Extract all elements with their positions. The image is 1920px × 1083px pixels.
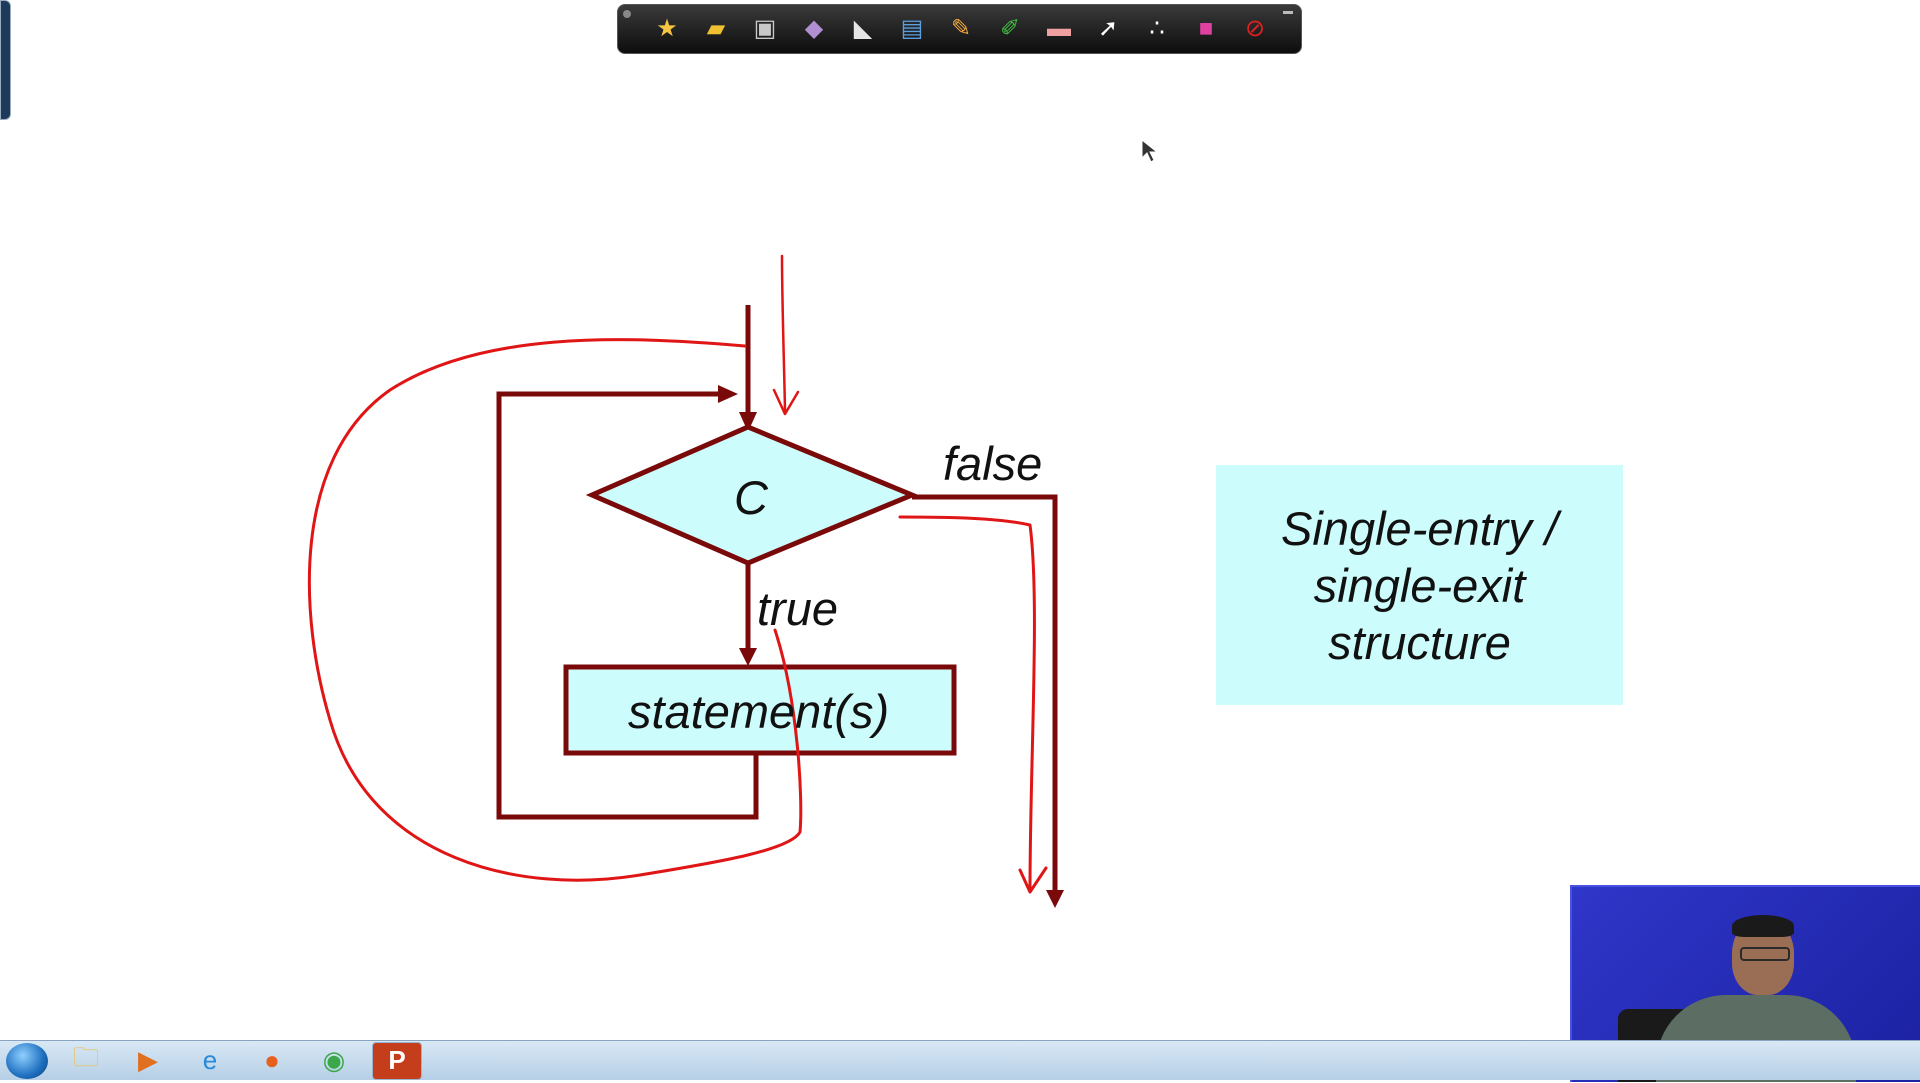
- single-entry-exit-note: Single-entry / single-exit structure: [1216, 465, 1623, 705]
- note-line-2: single-exit: [1313, 558, 1526, 612]
- presenter-glasses: [1740, 947, 1790, 961]
- internet-explorer-icon[interactable]: e: [186, 1043, 234, 1079]
- false-label: false: [943, 437, 1043, 490]
- mouse-cursor-icon: [1141, 138, 1159, 163]
- ink-loop-curve: [307, 338, 803, 882]
- note-line-3: structure: [1328, 615, 1511, 669]
- ink-entry-arrow: [780, 254, 787, 412]
- true-label: true: [757, 582, 838, 635]
- presentation-slide: ★ ▰ ▣ ◆ ◣ ▤ ✎ ✐ ▬ ➚ ∴ ■ ⊘ C false true s…: [0, 0, 1920, 1082]
- windows-taskbar: 🗀 ▶ e ● ◉ P: [0, 1040, 1920, 1080]
- condition-label: C: [734, 471, 768, 524]
- loop-back-arrowhead: [718, 385, 738, 403]
- presenter-hair: [1732, 915, 1794, 937]
- chrome-icon[interactable]: ◉: [310, 1043, 358, 1079]
- true-arrowhead: [739, 648, 757, 666]
- false-exit-arrowhead: [1046, 890, 1064, 908]
- note-line-1: Single-entry /: [1281, 501, 1558, 555]
- red-ink-annotations: [307, 254, 1048, 894]
- file-explorer-icon[interactable]: 🗀: [62, 1042, 110, 1079]
- start-button[interactable]: [6, 1042, 48, 1079]
- statement-label: statement(s): [628, 685, 890, 738]
- powerpoint-icon[interactable]: P: [372, 1041, 422, 1080]
- media-player-icon[interactable]: ▶: [124, 1043, 172, 1079]
- firefox-icon[interactable]: ●: [248, 1043, 296, 1079]
- ink-exit-arrowhead: [1018, 866, 1048, 894]
